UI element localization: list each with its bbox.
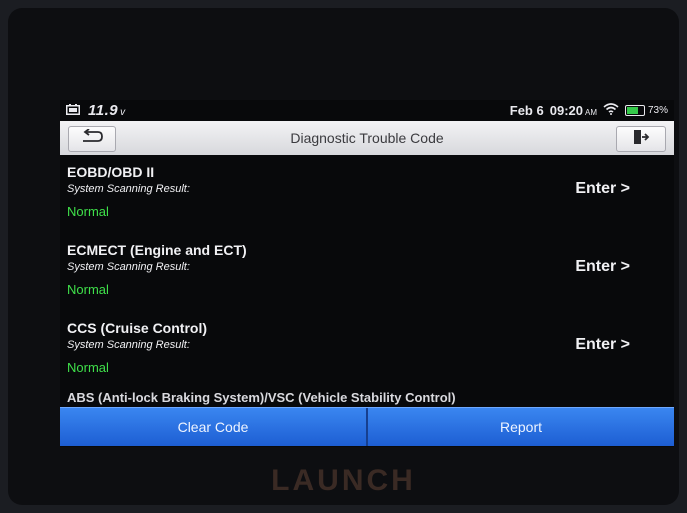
scan-result-label: System Scanning Result: xyxy=(67,261,190,273)
clear-code-button[interactable]: Clear Code xyxy=(60,408,366,446)
status-ampm: AM xyxy=(584,107,597,117)
battery-icon xyxy=(624,105,645,116)
system-row[interactable]: EOBD/OBD II System Scanning Result: Norm… xyxy=(60,156,674,234)
battery-percent: 73% xyxy=(647,105,668,116)
status-right: Feb 6 09:20 AM 73% xyxy=(510,103,668,118)
exit-door-icon xyxy=(632,129,650,150)
voltage-unit: v xyxy=(120,106,126,118)
status-date: Feb 6 xyxy=(509,103,544,118)
enter-button[interactable]: Enter > xyxy=(575,336,630,354)
exit-button[interactable] xyxy=(616,126,666,152)
launch-logo: LAUNCH xyxy=(271,464,416,497)
system-name-partial[interactable]: ABS (Anti-lock Braking System)/VSC (Vehi… xyxy=(67,390,456,405)
scan-result-value: Normal xyxy=(67,282,109,297)
system-row[interactable]: ECMECT (Engine and ECT) System Scanning … xyxy=(60,234,674,312)
status-bar: 11.9 v Feb 6 09:20 AM 73% xyxy=(60,100,674,120)
status-left: 11.9 v xyxy=(66,102,125,119)
vci-connector-icon xyxy=(66,103,80,118)
scan-result-value: Normal xyxy=(67,360,109,375)
scan-result-value: Normal xyxy=(67,204,109,219)
title-bar: Diagnostic Trouble Code xyxy=(60,121,674,155)
scan-result-label: System Scanning Result: xyxy=(67,183,190,195)
wifi-icon xyxy=(603,103,619,118)
battery-level-fill xyxy=(626,107,638,114)
status-time: 09:20 xyxy=(549,103,583,118)
enter-button[interactable]: Enter > xyxy=(575,180,630,198)
system-name: ECMECT (Engine and ECT) xyxy=(67,242,247,258)
battery-voltage: 11.9 xyxy=(88,102,119,119)
system-name: EOBD/OBD II xyxy=(67,164,155,180)
screen: 11.9 v Feb 6 09:20 AM 73% Diagnostic Tro… xyxy=(60,100,674,447)
battery-indicator: 73% xyxy=(624,105,668,116)
system-name: CCS (Cruise Control) xyxy=(67,320,207,336)
system-row[interactable]: CCS (Cruise Control) System Scanning Res… xyxy=(60,312,674,390)
page-title: Diagnostic Trouble Code xyxy=(290,130,444,146)
bottom-action-bar: Clear Code Report xyxy=(60,407,674,446)
enter-button[interactable]: Enter > xyxy=(575,258,630,276)
report-button[interactable]: Report xyxy=(368,408,674,446)
scan-result-label: System Scanning Result: xyxy=(67,339,190,351)
